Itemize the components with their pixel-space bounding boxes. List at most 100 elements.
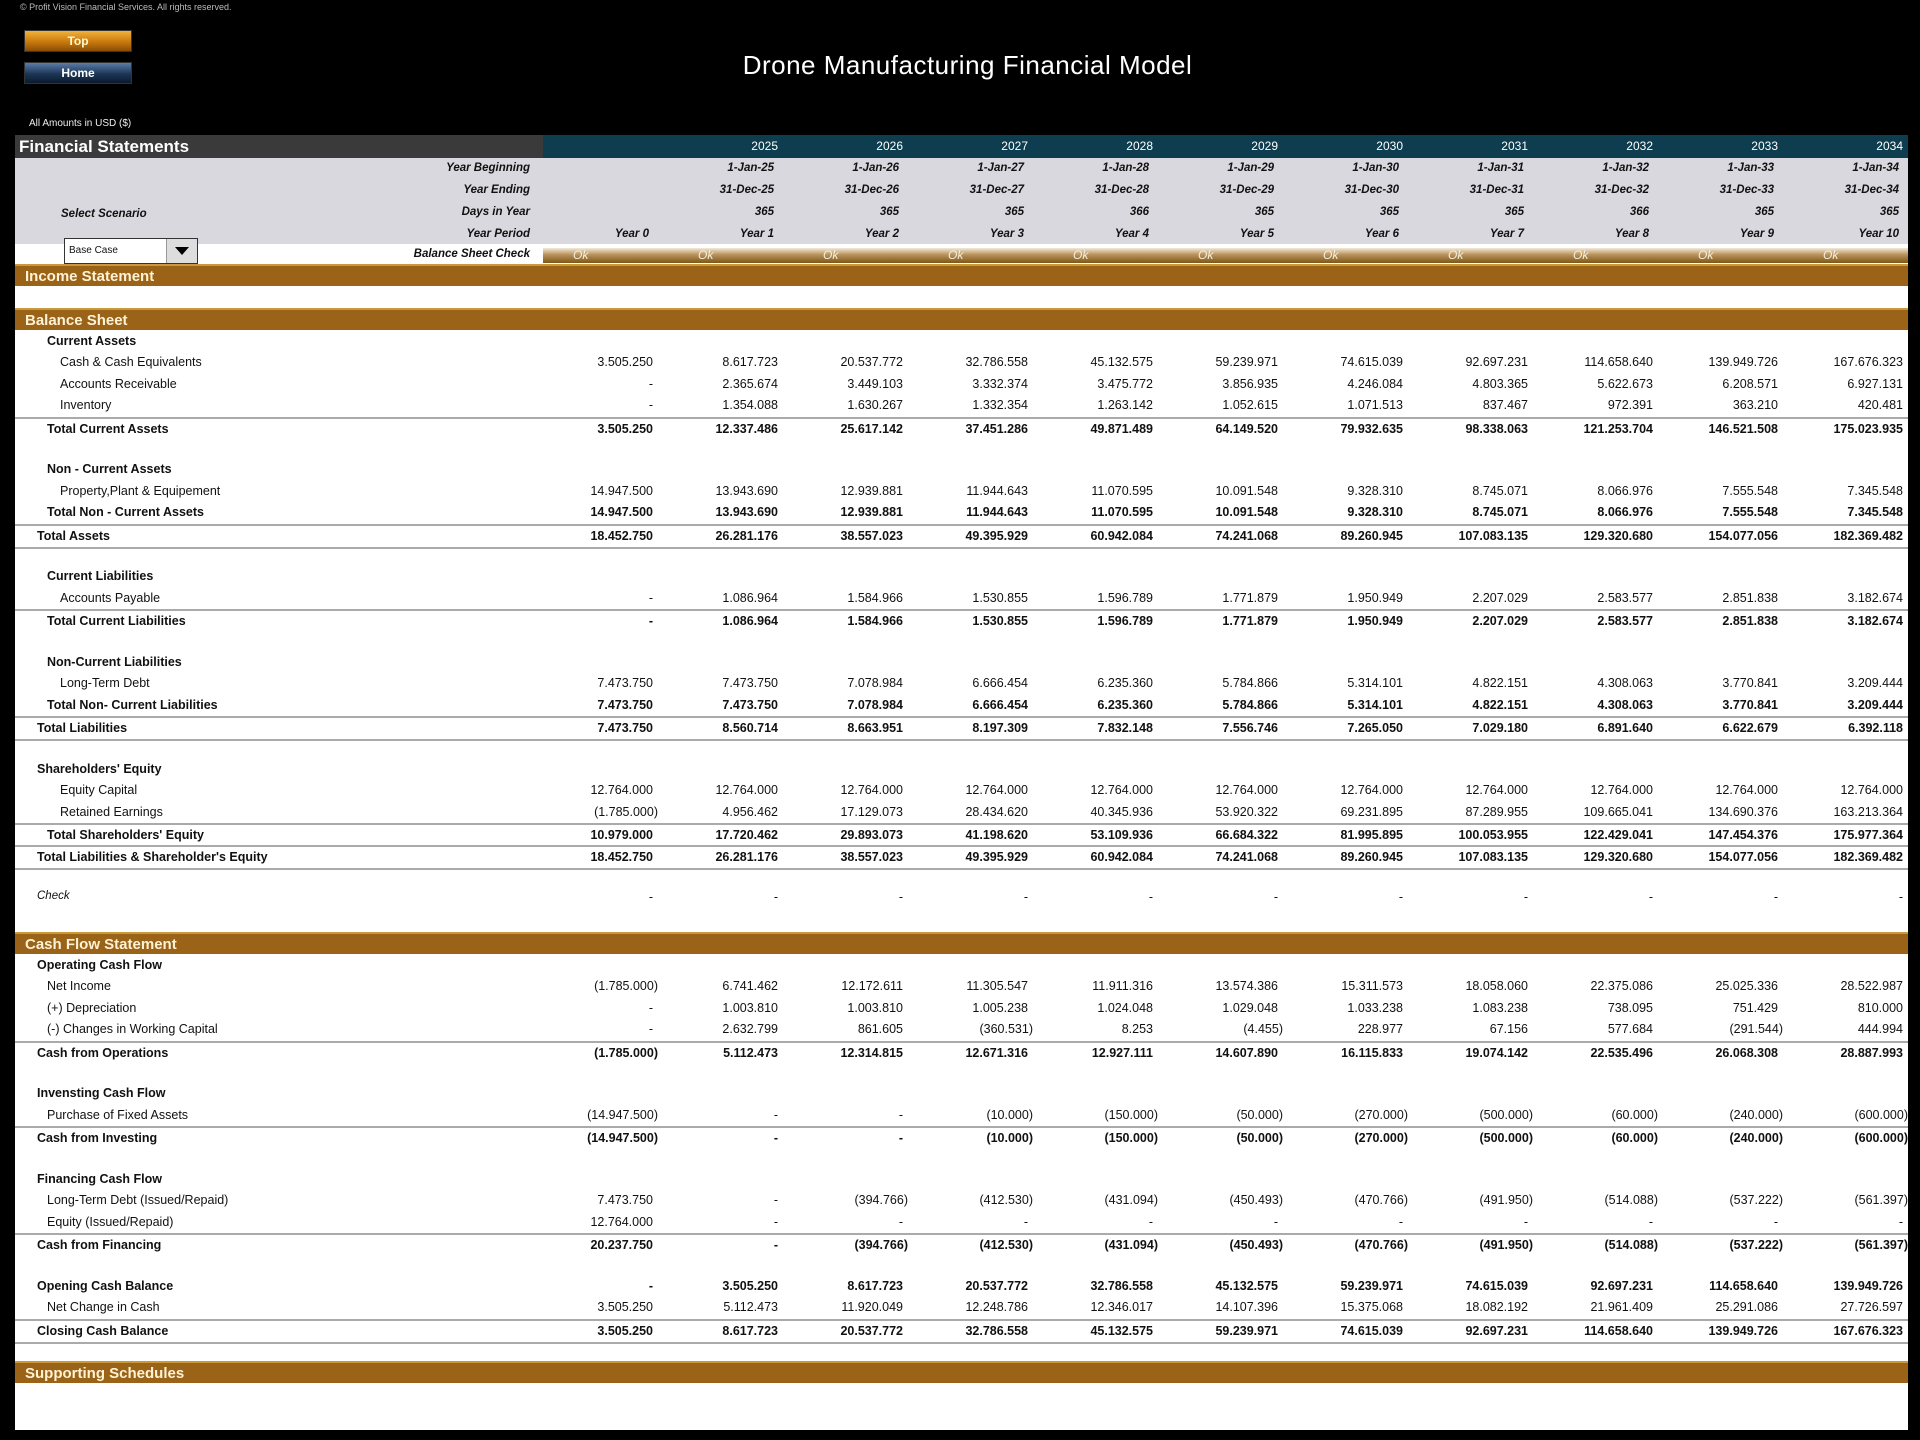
year-header-2030: 2030: [1376, 139, 1403, 153]
cell-value: 122.429.041: [1583, 828, 1653, 843]
row-label: Retained Earnings: [60, 804, 163, 819]
cell-value: 107.083.135: [1458, 849, 1528, 864]
cell-value: 49.871.489: [1090, 421, 1153, 436]
cell-value: 1.003.810: [722, 1000, 778, 1015]
row-label: Cash & Cash Equivalents: [60, 355, 202, 370]
cell-value: 32.786.558: [965, 1323, 1028, 1338]
balance-check-status: Ok: [573, 248, 589, 262]
row-label: Cash from Operations: [37, 1045, 169, 1060]
row-label: Net Income: [47, 979, 111, 994]
cell-value: 20.537.772: [965, 1279, 1028, 1293]
table-row: Cash from Operations (1.785.000) 5.112.473…: [15, 1040, 1908, 1064]
cell-value: 1.263.142: [1097, 398, 1153, 413]
cell-value: 5.112.473: [723, 1300, 778, 1315]
cell-value: 1.033.238: [1347, 1000, 1403, 1015]
table-row: Closing Cash Balance 3.505.250 8.617.723 20…: [15, 1318, 1908, 1344]
balance-check-status: Ok: [823, 248, 839, 262]
cell-value: 6.208.571: [1722, 376, 1778, 391]
section-income-statement: Income Statement: [15, 264, 1908, 286]
cell-value: 2.632.799: [722, 1022, 778, 1037]
cell-value: (270.000): [1354, 1131, 1408, 1146]
copyright-notice: © Profit Vision Financial Services. All …: [20, 2, 232, 12]
cell-value: (470.766): [1354, 1238, 1408, 1253]
cell-value: 12.764.000: [590, 1214, 653, 1229]
balance-check-status: Ok: [1073, 248, 1089, 262]
cell-value: (14.947.500): [587, 1107, 658, 1122]
cell-value: -: [1773, 890, 1778, 905]
cell-value: 154.077.056: [1708, 849, 1778, 864]
cell-value: 1.332.354: [972, 398, 1028, 413]
cell-value: (600.000): [1854, 1107, 1908, 1122]
cell-value: 1.003.810: [847, 1000, 903, 1015]
row-label: Total Liabilities & Shareholder's Equity: [37, 849, 268, 864]
year-period-value: Year 9: [1739, 228, 1774, 240]
cell-value: 18.452.750: [590, 849, 653, 864]
table-row: Cash & Cash Equivalents 3.505.250 8.617.72…: [15, 352, 1908, 373]
cell-value: 129.320.680: [1583, 849, 1653, 864]
cell-value: 17.129.073: [840, 804, 903, 819]
cell-value: 861.605: [857, 1022, 903, 1037]
table-row: Net Income (1.785.000) 6.741.462 12.172.611…: [15, 976, 1908, 997]
year-ending-value: 31-Dec-27: [969, 184, 1024, 196]
row-label: Cash from Investing: [37, 1131, 158, 1146]
year-period-value: Year 0: [614, 228, 649, 240]
cell-value: 32.786.558: [965, 355, 1028, 370]
cell-value: 7.555.548: [1722, 483, 1778, 498]
cell-value: 12.764.000: [1215, 783, 1278, 798]
row-label: Long-Term Debt: [60, 676, 150, 691]
cell-value: 59.239.971: [1340, 1279, 1403, 1293]
year-header-2031: 2031: [1501, 139, 1528, 153]
cell-value: -: [648, 590, 653, 605]
cell-value: 92.697.231: [1590, 1279, 1653, 1293]
cell-value: 25.291.086: [1715, 1300, 1778, 1315]
cell-value: 3.505.250: [597, 1323, 653, 1338]
cell-value: -: [1773, 1214, 1778, 1229]
cell-value: 53.920.322: [1215, 804, 1278, 819]
cell-value: 81.995.895: [1340, 828, 1403, 843]
cell-value: 49.395.929: [965, 528, 1028, 543]
chevron-down-icon[interactable]: [166, 239, 197, 263]
spacer-row: [15, 438, 1908, 459]
cell-value: 7.265.050: [1347, 721, 1403, 736]
cell-value: (600.000): [1854, 1131, 1908, 1146]
cell-value: 12.764.000: [1840, 783, 1903, 798]
cell-value: 810.000: [1857, 1000, 1903, 1015]
cell-value: 7.345.548: [1847, 505, 1903, 520]
year-period-value: Year 10: [1858, 228, 1900, 240]
cell-value: 7.473.750: [722, 676, 778, 691]
year-beginning-value: 1-Jan-27: [977, 162, 1024, 174]
year-header-2026: 2026: [876, 139, 903, 153]
year-header-2032: 2032: [1626, 139, 1653, 153]
cell-value: 3.209.444: [1847, 697, 1903, 712]
year-ending-value: 31-Dec-31: [1469, 184, 1524, 196]
table-row: Total Shareholders' Equity 10.979.000 17.7…: [15, 823, 1908, 846]
days-in-year-value: 365: [1254, 206, 1274, 218]
cell-value: 10.091.548: [1215, 505, 1278, 520]
cell-value: -: [1398, 890, 1403, 905]
year-ending-value: 31-Dec-33: [1719, 184, 1774, 196]
cell-value: 1.596.789: [1097, 590, 1153, 605]
cell-value: 12.671.316: [965, 1045, 1028, 1060]
cell-value: 12.172.611: [841, 979, 903, 994]
row-label: (-) Changes in Working Capital: [47, 1022, 218, 1037]
year-period-value: Year 5: [1239, 228, 1274, 240]
cell-value: 74.615.039: [1465, 1279, 1528, 1293]
cell-value: 28.522.987: [1840, 979, 1903, 994]
cell-value: (537.222): [1729, 1238, 1783, 1253]
cell-value: 9.328.310: [1347, 505, 1403, 520]
scenario-select[interactable]: Base Case: [64, 238, 198, 264]
cell-value: 175.977.364: [1833, 828, 1903, 843]
cell-value: 14.107.396: [1215, 1300, 1278, 1315]
table-row: Accounts Receivable - 2.365.674 3.449.103 3.…: [15, 374, 1908, 395]
table-row: Property,Plant & Equipement 14.947.500 13.…: [15, 481, 1908, 502]
cell-value: 4.822.151: [1472, 697, 1528, 712]
cell-value: 12.764.000: [1465, 783, 1528, 798]
section-supporting-schedules: Supporting Schedules: [15, 1361, 1908, 1383]
cell-value: 1.950.949: [1347, 590, 1403, 605]
cell-value: 5.622.673: [1597, 376, 1653, 391]
cell-value: (1.785.000): [594, 1045, 658, 1060]
balance-check-status: Ok: [948, 248, 964, 262]
cell-value: 139.949.726: [1708, 355, 1778, 370]
top-button[interactable]: Top: [24, 30, 132, 52]
cell-value: 5.784.866: [1222, 697, 1278, 712]
